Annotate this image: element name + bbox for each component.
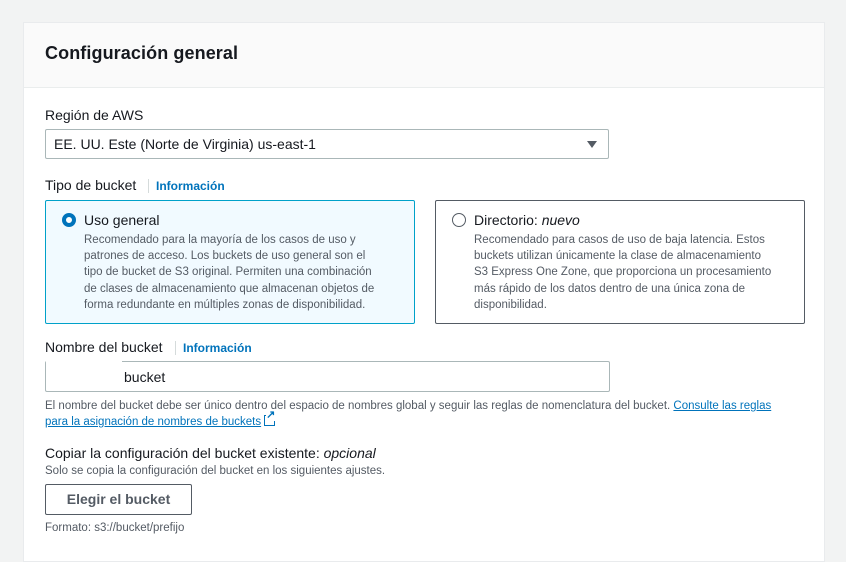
region-label: Región de AWS	[45, 107, 144, 123]
general-configuration-panel: Configuración general Región de AWS EE. …	[23, 22, 825, 562]
option-description: Recomendado para la mayoría de los casos…	[84, 234, 375, 311]
radio-selected-icon[interactable]	[62, 213, 76, 227]
radio-unselected-icon[interactable]	[452, 213, 466, 227]
bucket-type-option-directory[interactable]: Directorio: nuevo Recomendado para casos…	[435, 200, 805, 324]
region-select[interactable]: EE. UU. Este (Norte de Virginia) us-east…	[45, 129, 609, 159]
option-description: Recomendado para casos de uso de baja la…	[474, 234, 772, 311]
caret-down-icon	[587, 141, 597, 148]
bucket-name-input[interactable]: bucket	[45, 352, 610, 392]
external-link-icon	[264, 410, 276, 426]
redacted-region	[46, 352, 122, 374]
region-select-value: EE. UU. Este (Norte de Virginia) us-east…	[54, 136, 316, 152]
bucket-name-value: bucket	[124, 369, 166, 385]
copy-config-label: Copiar la configuración del bucket exist…	[45, 445, 376, 461]
bucket-type-label: Tipo de bucket	[45, 177, 137, 193]
panel-title: Configuración general	[45, 43, 239, 63]
bucket-name-info-link[interactable]: Información	[183, 341, 252, 355]
bucket-name-help: El nombre del bucket debe ser único dent…	[45, 398, 785, 430]
choose-bucket-button[interactable]: Elegir el bucket	[45, 484, 192, 515]
format-hint: Formato: s3://bucket/prefijo	[45, 522, 185, 534]
option-title: Uso general	[84, 212, 160, 228]
label-separator	[175, 341, 176, 355]
bucket-type-info-link[interactable]: Información	[156, 179, 225, 193]
label-separator	[148, 179, 149, 193]
panel-header: Configuración general	[24, 23, 824, 88]
bucket-type-option-general-purpose[interactable]: Uso general Recomendado para la mayoría …	[45, 200, 415, 324]
option-title: Directorio: nuevo	[474, 212, 580, 228]
copy-config-description: Solo se copia la configuración del bucke…	[45, 465, 386, 477]
